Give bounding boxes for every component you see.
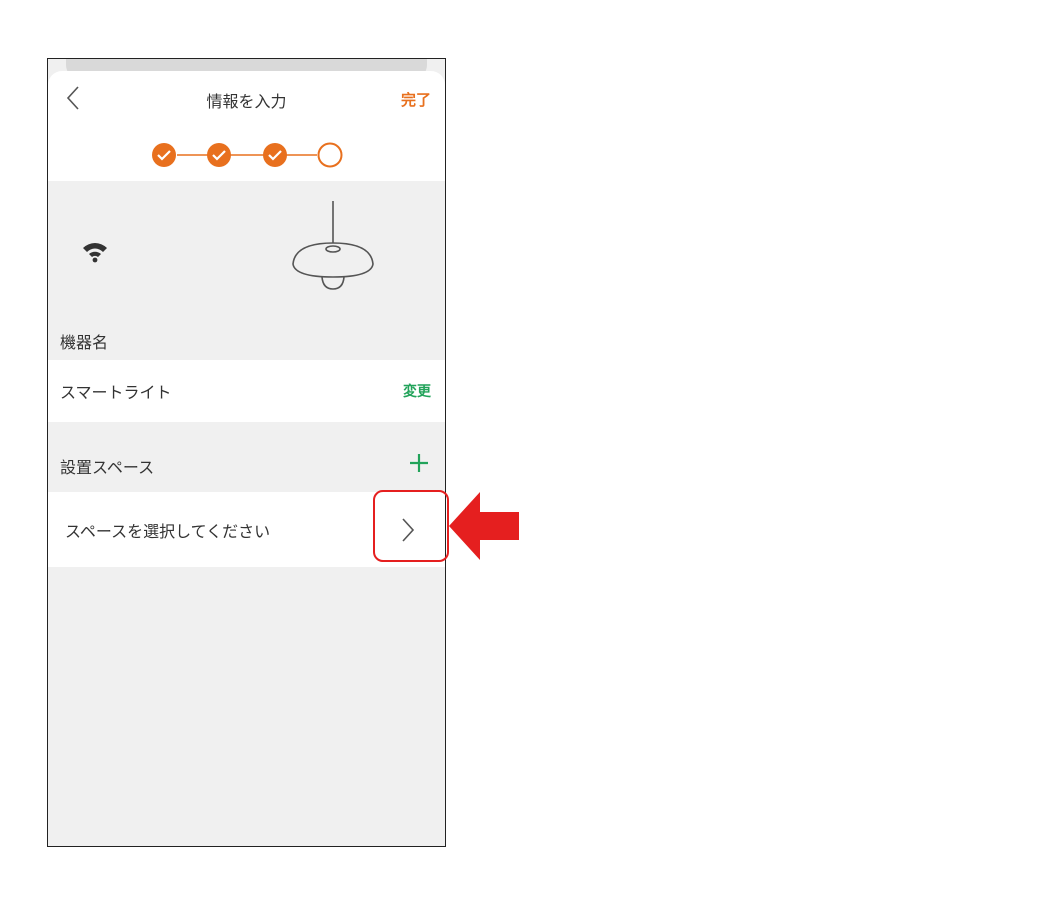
device-hero <box>48 181 445 321</box>
annotation-arrow-icon <box>449 492 519 560</box>
device-name-label: 機器名 <box>60 333 109 352</box>
install-space-label: 設置スペース <box>60 458 155 477</box>
device-name-row: スマートライト 変更 <box>48 360 445 422</box>
select-space-placeholder: スペースを選択してください <box>65 521 271 541</box>
pendant-lamp-icon <box>292 201 374 290</box>
plus-icon[interactable] <box>409 453 429 473</box>
device-name-value: スマートライト <box>60 383 172 402</box>
phone-screen: 情報を入力 完了 機器名 スマートライト 変更 設置スペース スペースを選択して… <box>47 58 446 847</box>
step-progress <box>152 142 343 168</box>
done-button[interactable]: 完了 <box>401 89 431 110</box>
page-title: 情報を入力 <box>206 92 287 111</box>
step-2-complete <box>207 143 231 167</box>
step-3-complete <box>263 143 287 167</box>
wifi-icon <box>83 243 107 263</box>
step-4-pending <box>317 142 343 168</box>
change-name-button[interactable]: 変更 <box>403 381 431 401</box>
step-1-complete <box>152 143 176 167</box>
annotation-highlight-box <box>373 490 449 562</box>
